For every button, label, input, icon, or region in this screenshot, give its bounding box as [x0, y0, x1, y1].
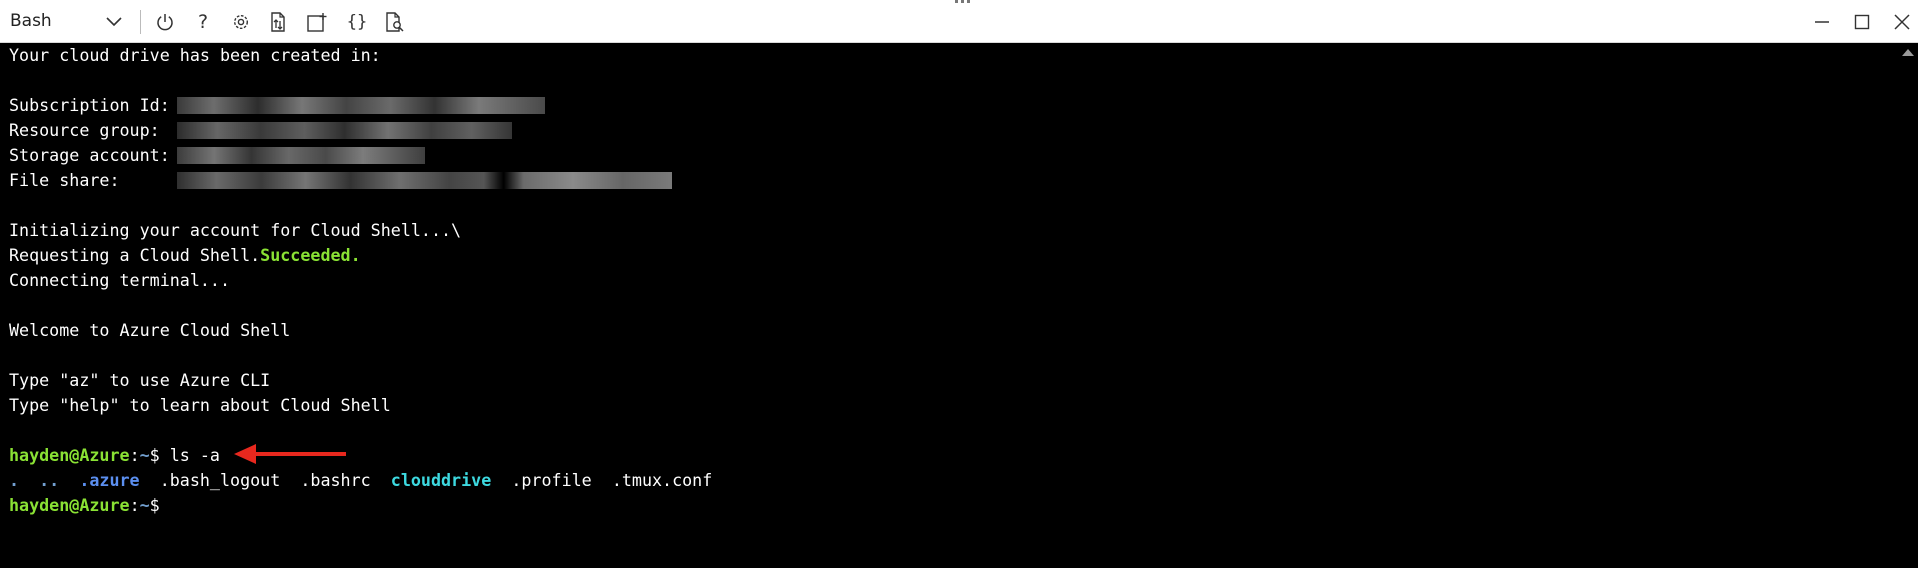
terminal-line: Welcome to Azure Cloud Shell — [9, 320, 291, 340]
toolbar-divider — [140, 10, 141, 34]
ls-bash-logout: .bash_logout — [159, 470, 281, 490]
prompt-user: hayden@Azure — [9, 495, 130, 515]
minimize-button[interactable] — [1808, 8, 1836, 36]
web-preview-button[interactable] — [381, 8, 409, 36]
ls-output-line: . .. .azure .bash_logout .bashrc clouddr… — [9, 468, 1898, 493]
settings-icon — [231, 12, 251, 32]
scroll-up-arrow-icon[interactable] — [1902, 49, 1914, 56]
settings-button[interactable] — [227, 8, 255, 36]
prompt-symbol: $ — [149, 495, 160, 515]
ls-profile: .profile — [511, 470, 592, 490]
requesting-line: Requesting a Cloud Shell.Succeeded. — [9, 243, 1898, 268]
ls-tmux-conf: .tmux.conf — [611, 470, 713, 490]
prompt-user: hayden@Azure — [9, 445, 130, 465]
redacted-subscription-id — [177, 97, 545, 114]
maximize-button[interactable] — [1848, 8, 1876, 36]
shell-selector-value: Bash — [10, 11, 52, 31]
terminal-line: Connecting terminal... — [9, 270, 231, 290]
redacted-resource-group — [177, 122, 512, 139]
redacted-storage-account — [177, 147, 425, 164]
subscription-line: Subscription Id: — [9, 93, 1898, 118]
help-icon: ? — [197, 10, 209, 33]
ls-azure-dir: .azure — [79, 470, 140, 490]
terminal-line: Your cloud drive has been created in: — [9, 45, 381, 65]
ls-dot: . — [9, 470, 20, 490]
minimize-icon — [1813, 13, 1831, 31]
storage-account-line: Storage account: — [9, 143, 1898, 168]
succeeded-status: Succeeded. — [260, 245, 361, 265]
ls-clouddrive-dir: clouddrive — [390, 470, 492, 490]
upload-download-button[interactable] — [265, 8, 293, 36]
ls-dotdot: .. — [39, 470, 60, 490]
resource-group-line: Resource group: — [9, 118, 1898, 143]
file-share-label: File share: — [9, 170, 120, 190]
restart-icon — [155, 12, 175, 32]
shell-selector[interactable]: Bash — [0, 2, 128, 40]
current-prompt-line[interactable]: hayden@Azure:~$ — [9, 493, 1898, 518]
help-button[interactable]: ? — [189, 8, 217, 36]
restart-button[interactable] — [151, 8, 179, 36]
prompt-path: ~ — [139, 495, 150, 515]
terminal-line: Type "az" to use Azure CLI — [9, 370, 271, 390]
requesting-text: Requesting a Cloud Shell. — [9, 245, 261, 265]
upload-download-icon — [269, 11, 289, 33]
editor-button[interactable]: {} — [343, 8, 371, 36]
new-session-icon — [306, 11, 328, 33]
redacted-file-share — [177, 172, 672, 189]
resource-group-label: Resource group: — [9, 120, 160, 140]
prompt-colon: : — [129, 495, 140, 515]
prompt-colon: : — [129, 445, 140, 465]
chevron-down-icon — [106, 12, 122, 31]
subscription-label: Subscription Id: — [9, 95, 170, 115]
close-icon — [1893, 13, 1911, 31]
web-preview-icon — [384, 11, 406, 33]
close-button[interactable] — [1888, 8, 1916, 36]
new-session-button[interactable] — [303, 8, 331, 36]
prompt-symbol: $ — [149, 445, 160, 465]
prompt-path: ~ — [139, 445, 150, 465]
drag-handle[interactable] — [952, 0, 972, 4]
red-arrow-annotation — [234, 444, 346, 464]
cloud-shell-toolbar: Bash ? {} — [0, 0, 1918, 43]
maximize-icon — [1853, 13, 1871, 31]
file-share-line: File share: — [9, 168, 1898, 193]
command-text: ls -a — [159, 445, 220, 465]
terminal-line: Initializing your account for Cloud Shel… — [9, 220, 462, 240]
storage-account-label: Storage account: — [9, 145, 170, 165]
terminal-output[interactable]: Your cloud drive has been created in: Su… — [0, 43, 1898, 568]
editor-icon: {} — [346, 11, 368, 32]
ls-bashrc: .bashrc — [300, 470, 371, 490]
terminal-line: Type "help" to learn about Cloud Shell — [9, 395, 391, 415]
terminal-scrollbar[interactable] — [1898, 43, 1918, 568]
